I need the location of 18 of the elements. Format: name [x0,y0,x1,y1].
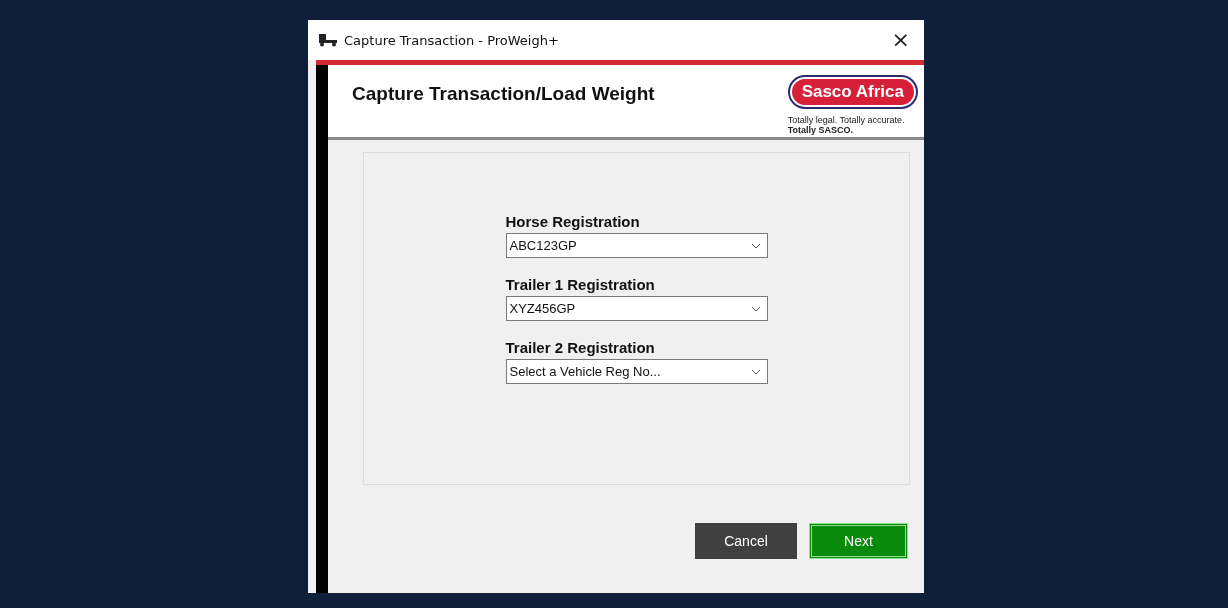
truck-icon [318,33,338,47]
dropdown-field[interactable]: XYZ456GP [505,296,768,321]
chevron-down-icon [750,368,761,375]
field-label: Horse Registration [505,213,641,230]
window-title: Capture Transaction - ProWeigh+ [344,32,560,48]
tagline: Totally SASCO. [787,125,853,135]
chevron-down-icon [750,305,761,312]
field-label: Trailer 1 Registration [505,276,656,293]
page-title: Capture Transaction/Load Weight [352,83,655,106]
tagline: Totally legal. Totally accurate. [787,115,905,125]
dropdown-field[interactable]: ABC123GP [505,233,768,258]
cancel-button[interactable]: Cancel [695,523,797,559]
dropdown-field[interactable]: Select a Vehicle Reg No... [505,359,768,384]
chevron-down-icon [750,242,761,249]
logo: Sasco Africa [789,77,916,107]
field-label: Trailer 2 Registration [505,339,656,356]
next-button[interactable]: Next [809,523,908,559]
close-button[interactable]: × [889,29,912,51]
